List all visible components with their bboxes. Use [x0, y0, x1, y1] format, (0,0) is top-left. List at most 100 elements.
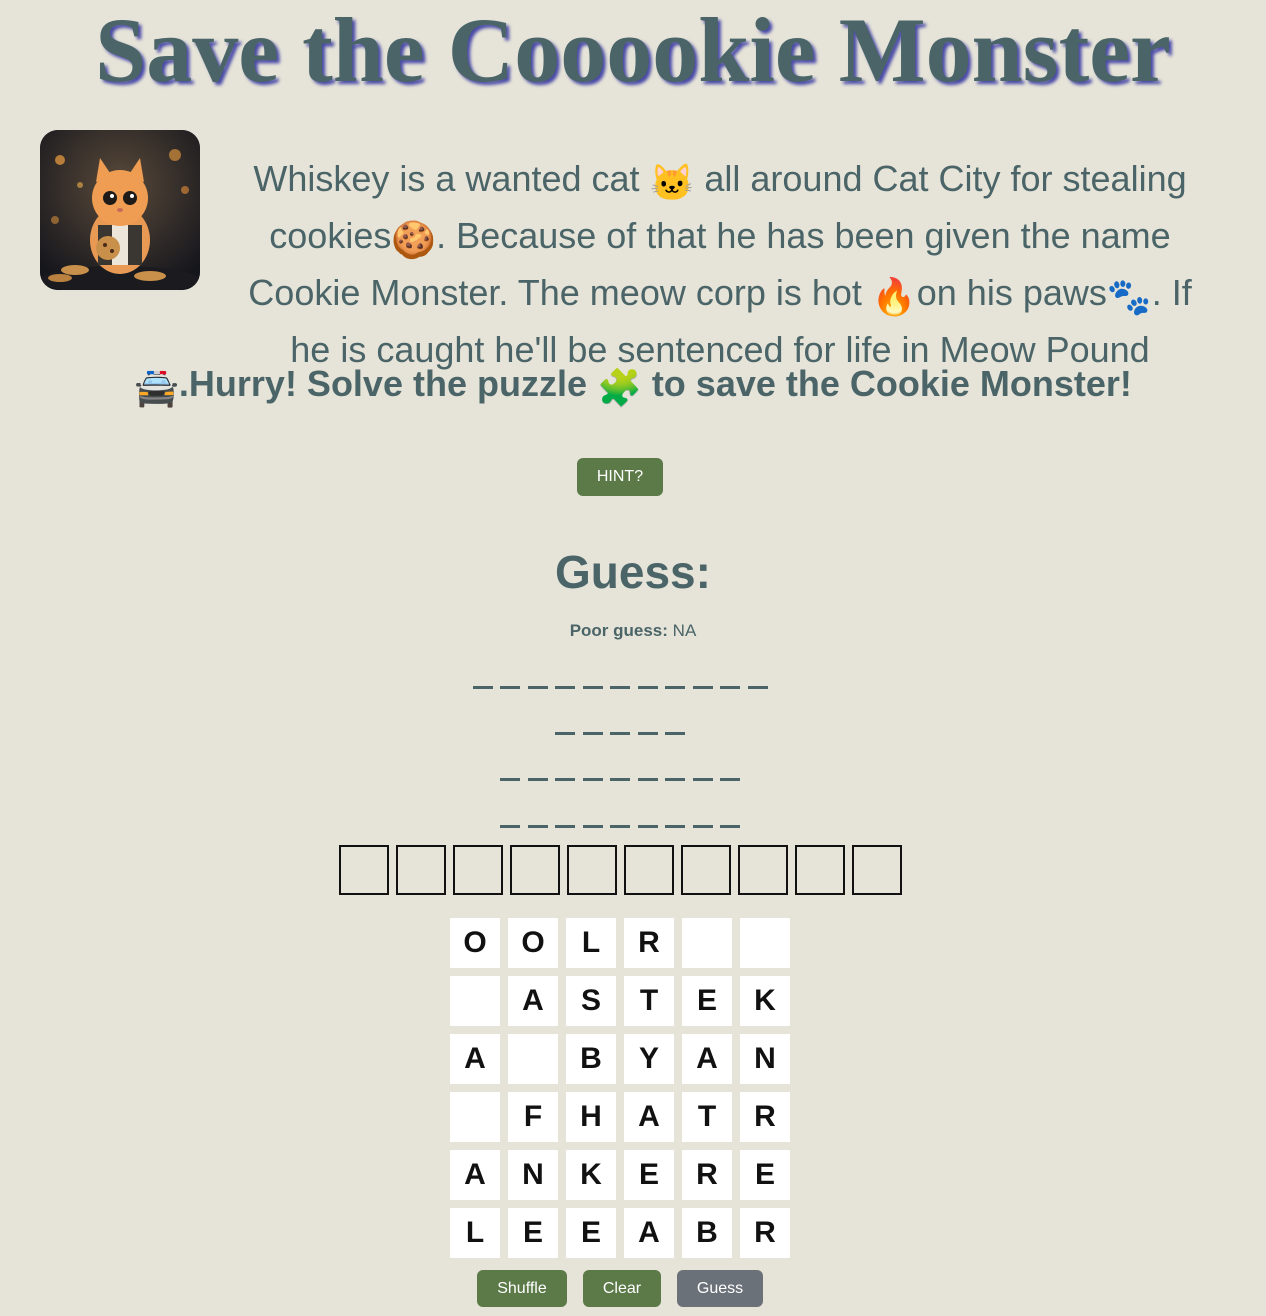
letter-blank-dash: [637, 825, 658, 828]
answer-slot[interactable]: [795, 845, 845, 895]
letter-tile[interactable]: S: [566, 976, 616, 1026]
letter-tile[interactable]: B: [566, 1034, 616, 1084]
letter-blank-dash: [527, 825, 548, 828]
letter-blank-dash: [720, 778, 740, 781]
story-text-segment: all around Cat City for stealing: [694, 158, 1187, 199]
letter-tile[interactable]: E: [740, 1150, 790, 1200]
word-blank-row: [500, 778, 740, 782]
letter-blank-dash: [665, 732, 685, 735]
letter-tile[interactable]: A: [450, 1034, 500, 1084]
answer-slot[interactable]: [339, 845, 389, 895]
letter-blank-dash: [637, 778, 658, 781]
letter-blank-dash: [500, 778, 520, 781]
poor-guess-value: NA: [672, 621, 697, 640]
letter-tile[interactable]: [450, 976, 500, 1026]
letter-blank-dash: [472, 686, 493, 689]
letter-tile[interactable]: E: [682, 976, 732, 1026]
letter-tile[interactable]: A: [682, 1034, 732, 1084]
letter-tile[interactable]: [508, 1034, 558, 1084]
letter-tile[interactable]: [740, 918, 790, 968]
answer-slot[interactable]: [567, 845, 617, 895]
letter-tile[interactable]: [450, 1092, 500, 1142]
answer-slot[interactable]: [396, 845, 446, 895]
letter-tile[interactable]: A: [624, 1092, 674, 1142]
letter-blank-dash: [665, 686, 685, 689]
letter-tile[interactable]: E: [508, 1208, 558, 1258]
poor-guess-status: Poor guess: NA: [0, 620, 1266, 642]
letter-blank-dash: [692, 778, 713, 781]
letter-blank-dash: [610, 778, 630, 781]
letter-blank-dash: [637, 686, 658, 689]
letter-tile[interactable]: A: [450, 1150, 500, 1200]
letter-grid: OOLRASTEKABYANFHATRANKERELEEABR: [450, 918, 790, 1258]
letter-blank-dash: [500, 825, 520, 828]
game-page: Save the Cooookie Monster Whiskey is a w…: [0, 0, 1266, 1316]
story-text-segment: . If: [1151, 272, 1192, 313]
letter-tile[interactable]: R: [740, 1092, 790, 1142]
guess-heading: Guess:: [555, 546, 711, 598]
story-text-segment: cookies: [269, 215, 392, 256]
letter-tile[interactable]: R: [682, 1150, 732, 1200]
poor-guess-label: Poor guess:: [569, 621, 668, 640]
letter-blank-dash: [555, 732, 575, 735]
letter-tile[interactable]: K: [566, 1150, 616, 1200]
letter-tile[interactable]: N: [740, 1034, 790, 1084]
letter-tile[interactable]: L: [450, 1208, 500, 1258]
letter-tile[interactable]: H: [566, 1092, 616, 1142]
letter-tile[interactable]: O: [508, 918, 558, 968]
letter-tile[interactable]: O: [450, 918, 500, 968]
letter-blank-dash: [692, 686, 713, 689]
fire-icon: 🔥: [871, 276, 917, 317]
letter-blank-dash: [500, 686, 520, 689]
cookie-monster-cat-image: [40, 130, 200, 290]
shuffle-button[interactable]: Shuffle: [477, 1270, 567, 1307]
letter-tile[interactable]: B: [682, 1208, 732, 1258]
story-text-segment: . Because of that he has been given the …: [436, 215, 1171, 256]
letter-tile[interactable]: T: [682, 1092, 732, 1142]
letter-tile[interactable]: [682, 918, 732, 968]
letter-tile[interactable]: A: [624, 1208, 674, 1258]
letter-blank-dash: [692, 825, 713, 828]
story-text-segment: on his paws: [916, 272, 1107, 313]
letter-tile[interactable]: K: [740, 976, 790, 1026]
letter-tile[interactable]: T: [624, 976, 674, 1026]
letter-blank-dash: [720, 825, 740, 828]
letter-blank-dash: [610, 686, 630, 689]
letter-blank-dash: [582, 778, 603, 781]
letter-tile[interactable]: R: [740, 1208, 790, 1258]
word-blank-row: [472, 686, 768, 690]
letter-blank-dash: [555, 825, 575, 828]
police-car-icon: 🚔: [134, 367, 179, 408]
answer-slot[interactable]: [738, 845, 788, 895]
story-line-3: Cookie Monster. The meow corp is hot 🔥on…: [222, 266, 1218, 323]
letter-tile[interactable]: F: [508, 1092, 558, 1142]
hint-button[interactable]: HINT?: [577, 458, 663, 496]
letter-blank-dash: [582, 825, 603, 828]
letter-tile[interactable]: Y: [624, 1034, 674, 1084]
call-to-action-text: .Hurry! Solve the puzzle: [178, 363, 597, 404]
letter-blank-dash: [555, 778, 575, 781]
letter-blank-dash: [610, 732, 630, 735]
call-to-action-text: to save the Cookie Monster!: [641, 363, 1132, 404]
answer-slot[interactable]: [852, 845, 902, 895]
call-to-action: 🚔.Hurry! Solve the puzzle 🧩 to save the …: [0, 358, 1266, 414]
clear-button[interactable]: Clear: [583, 1270, 661, 1307]
letter-blank-dash: [637, 732, 658, 735]
answer-slot[interactable]: [510, 845, 560, 895]
guess-button[interactable]: Guess: [677, 1270, 763, 1307]
letter-tile[interactable]: E: [566, 1208, 616, 1258]
cookie-icon: 🍪: [391, 219, 437, 260]
letter-tile[interactable]: R: [624, 918, 674, 968]
word-blank-row: [500, 825, 740, 829]
story-text-segment: Cookie Monster. The meow corp is hot: [248, 272, 872, 313]
letter-tile[interactable]: N: [508, 1150, 558, 1200]
answer-slot[interactable]: [624, 845, 674, 895]
story-line-2: cookies🍪. Because of that he has been gi…: [222, 209, 1218, 266]
letter-blank-dash: [582, 732, 603, 735]
letter-tile[interactable]: L: [566, 918, 616, 968]
letter-tile[interactable]: A: [508, 976, 558, 1026]
answer-slot[interactable]: [681, 845, 731, 895]
letter-tile[interactable]: E: [624, 1150, 674, 1200]
letter-blank-dash: [720, 686, 740, 689]
answer-slot[interactable]: [453, 845, 503, 895]
